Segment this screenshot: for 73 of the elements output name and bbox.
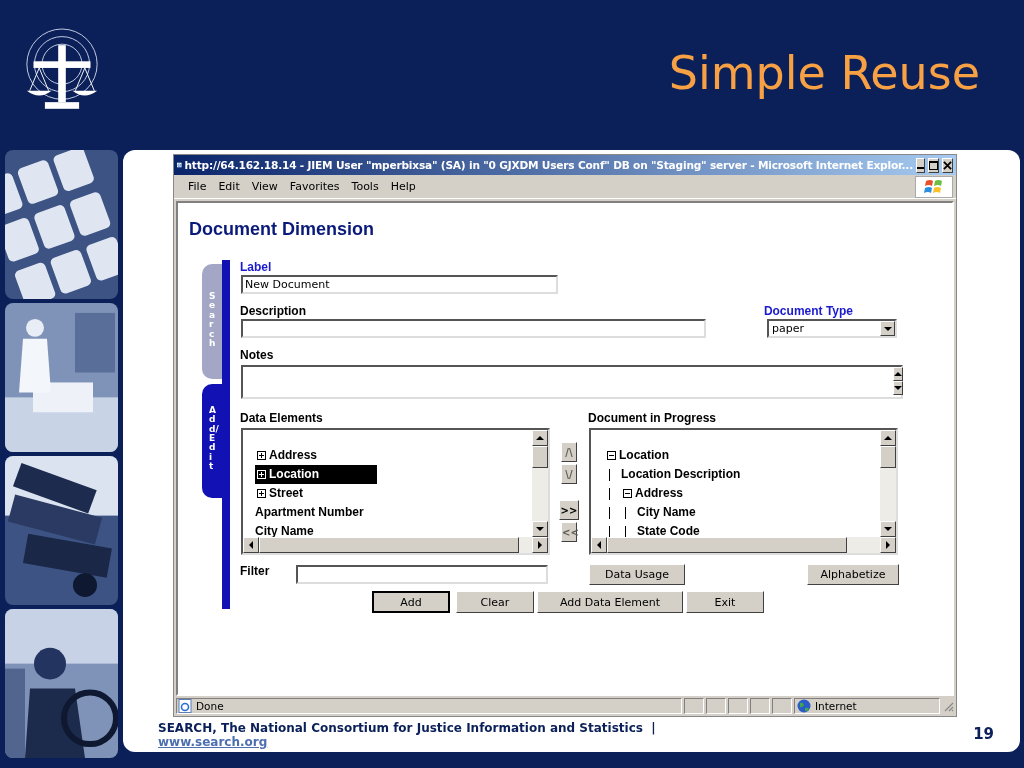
footer-text: SEARCH, The National Consortium for Justice Information and Statistics | xyxy=(158,721,656,735)
document-type-dropdown[interactable]: paper xyxy=(767,319,897,338)
resize-grip-icon[interactable] xyxy=(942,700,954,712)
side-tab[interactable]: Add/Edit xyxy=(202,383,222,498)
filter-field[interactable] xyxy=(296,565,548,584)
form-button[interactable]: Add Data Element xyxy=(537,591,683,613)
menu-item[interactable]: Favorites xyxy=(283,180,346,193)
list-item[interactable]: Address xyxy=(255,446,320,465)
status-pane xyxy=(706,698,726,714)
scroll-down-button[interactable] xyxy=(532,521,548,537)
menu-item[interactable]: Tools xyxy=(345,180,385,193)
field-label: Label xyxy=(240,260,273,275)
menu-item[interactable]: Help xyxy=(384,180,422,193)
globe-icon xyxy=(797,699,811,713)
close-button[interactable] xyxy=(942,157,953,173)
scroll-up-button[interactable] xyxy=(880,430,896,446)
form-button[interactable]: Exit xyxy=(686,591,764,613)
minus-box-icon[interactable] xyxy=(623,489,632,498)
page-heading: Document Dimension xyxy=(189,219,376,240)
minimize-button[interactable] xyxy=(916,157,925,173)
tree-item[interactable]: City Name xyxy=(603,503,698,522)
minus-box-icon[interactable] xyxy=(607,451,616,460)
list-title: Data Elements xyxy=(240,411,324,426)
status-pane xyxy=(728,698,748,714)
scroll-right-button[interactable] xyxy=(532,537,548,553)
list-item[interactable]: City Name xyxy=(255,522,316,537)
tree-item[interactable]: State Code xyxy=(603,522,702,537)
scroll-left-button[interactable] xyxy=(591,537,607,553)
menu-item[interactable]: Edit xyxy=(212,180,246,193)
list-title: Document in Progress xyxy=(588,411,717,426)
field-label: Document Type xyxy=(763,304,853,319)
status-pane xyxy=(772,698,792,714)
menu-item[interactable]: View xyxy=(245,180,284,193)
list-item[interactable]: Apartment Number xyxy=(255,503,366,522)
notes-field[interactable] xyxy=(241,365,903,399)
field-label: Notes xyxy=(240,348,275,363)
list-item[interactable]: Location xyxy=(255,465,377,484)
description-field[interactable] xyxy=(241,319,706,338)
footer-link[interactable]: www.search.org xyxy=(158,735,268,749)
scroll-down-button[interactable] xyxy=(893,381,903,395)
field-label: Filter xyxy=(240,564,271,579)
tree-item[interactable]: Address xyxy=(603,484,686,503)
list-item[interactable]: Street xyxy=(255,484,305,503)
scroll-up-button[interactable] xyxy=(893,367,903,381)
field-label: Description xyxy=(240,304,306,319)
zone-text: Internet xyxy=(815,700,857,712)
tree-item[interactable]: Location Description xyxy=(603,465,743,484)
scrollbar-thumb[interactable] xyxy=(259,537,519,553)
scroll-up-button[interactable] xyxy=(532,430,548,446)
scrollbar-thumb[interactable] xyxy=(607,537,847,553)
label-field[interactable]: New Document xyxy=(241,275,558,294)
window-title: http://64.162.18.14 - JIEM User "mperbixsa" (SA) in "0 GJXDM Users Conf" DB on "Staging" server - Microsoft Internet Explor... xyxy=(184,159,913,171)
plus-box-icon[interactable] xyxy=(257,489,266,498)
menu-item[interactable]: File xyxy=(182,180,213,193)
maximize-button[interactable] xyxy=(928,157,939,173)
status-text: Done xyxy=(196,700,224,712)
scroll-down-button[interactable] xyxy=(880,521,896,537)
scroll-right-button[interactable] xyxy=(880,537,896,553)
status-pane xyxy=(750,698,770,714)
status-pane xyxy=(684,698,704,714)
scrollbar-thumb[interactable] xyxy=(880,446,896,468)
move-button[interactable]: >> xyxy=(559,500,579,520)
scroll-left-button[interactable] xyxy=(243,537,259,553)
form-button[interactable]: Add xyxy=(372,591,450,613)
alphabetize-button[interactable]: Alphabetize xyxy=(807,564,899,585)
page-number: 19 xyxy=(973,725,994,743)
page-icon xyxy=(178,699,192,713)
data-usage-button[interactable]: Data Usage xyxy=(589,564,685,585)
scrollbar-thumb[interactable] xyxy=(532,446,548,468)
form-button[interactable]: Clear xyxy=(456,591,534,613)
slide-title: Simple Reuse xyxy=(668,46,980,100)
plus-box-icon[interactable] xyxy=(257,451,266,460)
tree-item[interactable]: Location xyxy=(603,446,671,465)
